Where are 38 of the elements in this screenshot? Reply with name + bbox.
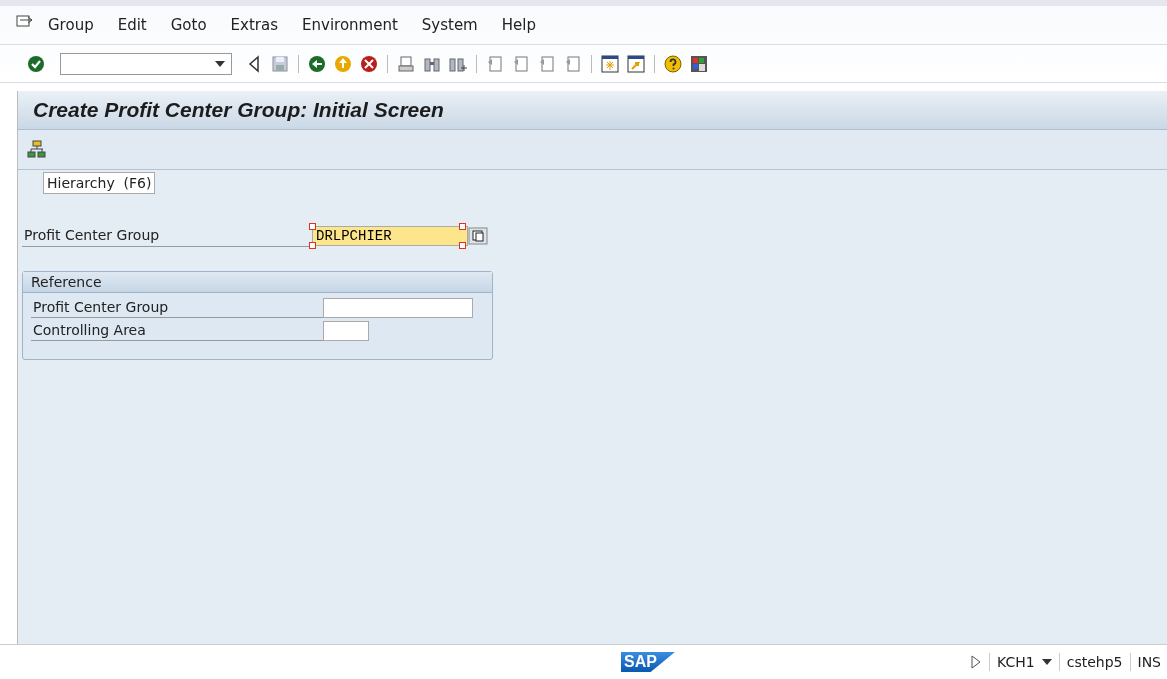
caret-icon[interactable] (215, 60, 225, 67)
selection-handle (309, 222, 316, 230)
input-mode: INS (1137, 654, 1161, 670)
field-label: Controlling Area (31, 320, 323, 341)
field-label: Profit Center Group (31, 297, 323, 318)
menu-item[interactable]: Environment (302, 16, 398, 34)
sap-logo: SAP (621, 652, 675, 672)
caret-icon[interactable] (1041, 659, 1052, 665)
cancel-icon[interactable] (359, 53, 379, 74)
new-window-icon[interactable] (600, 53, 620, 74)
menu-item[interactable]: Goto (170, 16, 207, 34)
tooltip: Hierarchy (F6) (43, 172, 156, 194)
print-icon[interactable] (396, 53, 416, 74)
menu-item[interactable]: Group (48, 16, 94, 34)
input-field[interactable]: DRLPCHIER (312, 225, 468, 246)
back-icon[interactable] (307, 53, 327, 74)
help-icon[interactable] (663, 53, 683, 74)
selection-handle (309, 241, 316, 249)
expand-triangle-icon[interactable] (970, 654, 983, 670)
shortcut-icon[interactable] (626, 53, 646, 74)
group-title: Reference (23, 272, 492, 293)
input-field[interactable] (323, 297, 473, 318)
selection-handle (459, 222, 466, 230)
system-name: KCH1 (997, 654, 1035, 670)
menu-item[interactable]: Extras (230, 16, 278, 34)
hierarchy-icon[interactable] (26, 138, 48, 161)
selection-handle (459, 241, 466, 249)
menu-item[interactable]: Help (501, 16, 536, 34)
server-name: cstehp5 (1066, 654, 1123, 670)
menu-icon[interactable] (16, 15, 34, 29)
checkmark-icon[interactable] (26, 53, 46, 74)
menu-item[interactable]: Edit (117, 16, 147, 34)
input-field[interactable] (323, 320, 369, 341)
value-help-icon[interactable] (468, 226, 488, 245)
command-field[interactable] (60, 52, 232, 75)
layout-icon[interactable] (689, 53, 709, 74)
menu-item[interactable]: System (421, 16, 478, 34)
screen-title: Create Profit Center Group: Initial Screen (33, 98, 444, 122)
